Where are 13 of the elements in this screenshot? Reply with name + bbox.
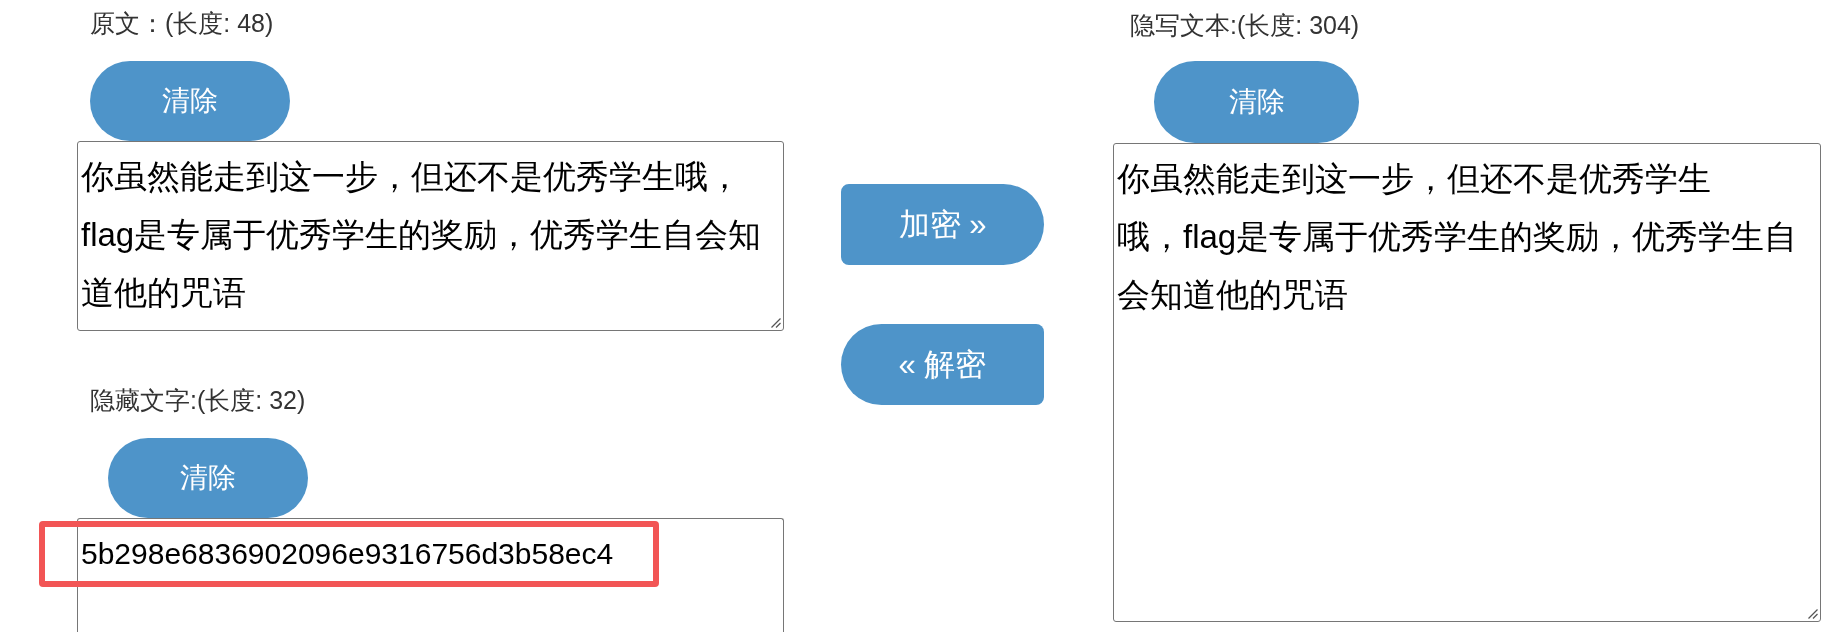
action-button[interactable]: 加密 »: [841, 184, 1044, 265]
clear-button[interactable]: 清除: [90, 61, 290, 141]
text-area[interactable]: 你虽然能走到这一步，但还不是优秀学生 哦，flag是专属于优秀学生的奖励，优秀学生自 会知道他的咒语: [1113, 143, 1821, 622]
resize-grip-icon[interactable]: [771, 318, 781, 328]
field-label: 原文：(长度: 48): [90, 8, 274, 39]
field-label: 隐藏文字:(长度: 32): [90, 385, 306, 416]
clear-button[interactable]: 清除: [108, 438, 308, 518]
text-area[interactable]: 5b298e6836902096e9316756d3b58ec4: [77, 518, 784, 632]
resize-grip-icon[interactable]: [1808, 609, 1818, 619]
clear-button[interactable]: 清除: [1154, 61, 1359, 143]
field-label: 隐写文本:(长度: 304): [1130, 10, 1360, 41]
text-area[interactable]: 你虽然能走到这一步，但还不是优秀学生哦， flag是专属于优秀学生的奖励，优秀学生自会知 道他的咒语: [77, 141, 784, 331]
action-button[interactable]: « 解密: [841, 324, 1044, 405]
